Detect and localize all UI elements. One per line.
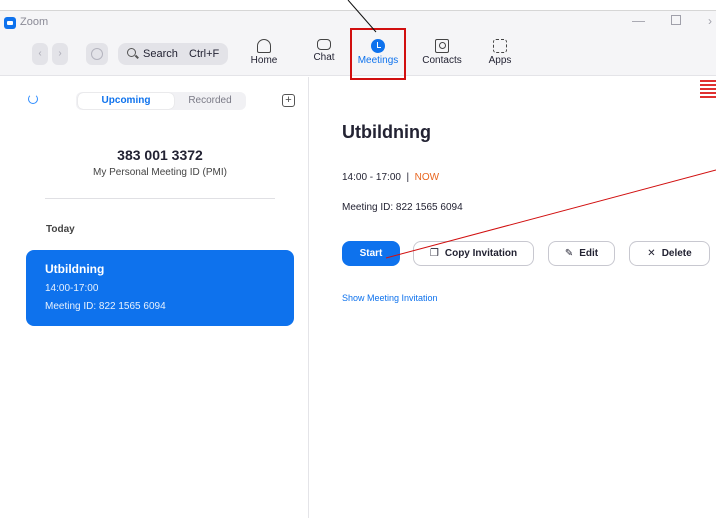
now-badge: NOW [414, 172, 440, 183]
time-separator: | [406, 172, 410, 183]
close-icon[interactable]: › [708, 14, 712, 28]
search-label: Search [143, 48, 178, 60]
minimize-icon[interactable]: — [632, 13, 645, 28]
copy-icon: ❐ [429, 248, 439, 259]
start-button[interactable]: Start [342, 241, 400, 266]
apps-icon [493, 39, 507, 53]
pmi-label: My Personal Meeting ID (PMI) [93, 167, 227, 178]
edit-label: Edit [579, 248, 599, 259]
refresh-icon[interactable] [28, 94, 38, 104]
tab-contacts-label: Contacts [422, 55, 462, 66]
tab-chat-label: Chat [313, 52, 335, 63]
forward-button[interactable]: › [52, 43, 68, 65]
search-button[interactable]: Search Ctrl+F [118, 43, 228, 65]
annotation-highlight-box [350, 28, 406, 80]
close-x-icon: ✕ [647, 248, 656, 259]
meeting-detail-time: 14:00 - 17:00 | NOW [342, 172, 439, 183]
home-icon [257, 39, 271, 53]
search-icon [127, 48, 136, 57]
tab-chat[interactable]: Chat [300, 39, 348, 73]
copy-invitation-button[interactable]: ❐ Copy Invitation [413, 241, 534, 266]
back-button[interactable]: ‹ [32, 43, 48, 65]
meeting-card-id: Meeting ID: 822 1565 6094 [45, 301, 166, 312]
meeting-list-item[interactable]: Utbildning 14:00-17:00 Meeting ID: 822 1… [26, 250, 294, 326]
tab-upcoming[interactable]: Upcoming [78, 93, 174, 109]
meetings-segmented-control: Upcoming Recorded [76, 92, 246, 110]
zoom-logo-icon [4, 17, 16, 29]
delete-button[interactable]: ✕ Delete [629, 241, 710, 266]
edit-button[interactable]: ✎ Edit [548, 241, 615, 266]
tab-home-label: Home [250, 55, 278, 66]
meeting-detail-id: Meeting ID: 822 1565 6094 [342, 202, 463, 213]
section-today: Today [46, 224, 75, 235]
delete-label: Delete [661, 248, 692, 259]
tab-apps[interactable]: Apps [476, 39, 524, 73]
meeting-card-title: Utbildning [45, 262, 105, 276]
show-invitation-link[interactable]: Show Meeting Invitation [342, 293, 438, 303]
copy-invitation-label: Copy Invitation [444, 248, 518, 259]
add-meeting-icon[interactable]: + [282, 94, 295, 107]
search-shortcut: Ctrl+F [189, 48, 220, 60]
tab-home[interactable]: Home [240, 39, 288, 73]
meeting-time-range: 14:00 - 17:00 [342, 172, 401, 183]
start-button-label: Start [359, 248, 383, 259]
meeting-detail-title: Utbildning [342, 122, 431, 142]
meetings-sidebar: Upcoming Recorded + 383 001 3372 My Pers… [0, 77, 309, 518]
pencil-icon: ✎ [564, 248, 574, 259]
tab-recorded[interactable]: Recorded [174, 93, 246, 109]
divider [45, 198, 275, 199]
contacts-icon [435, 39, 449, 53]
meeting-card-time: 14:00-17:00 [45, 283, 99, 294]
tab-apps-label: Apps [488, 55, 512, 66]
window-title: Zoom [20, 16, 49, 28]
chat-icon [317, 39, 331, 50]
avatar[interactable] [700, 80, 716, 98]
tab-contacts[interactable]: Contacts [418, 39, 466, 73]
pmi-number: 383 001 3372 [117, 147, 203, 163]
maximize-icon[interactable] [671, 15, 681, 25]
history-icon[interactable] [86, 43, 108, 65]
